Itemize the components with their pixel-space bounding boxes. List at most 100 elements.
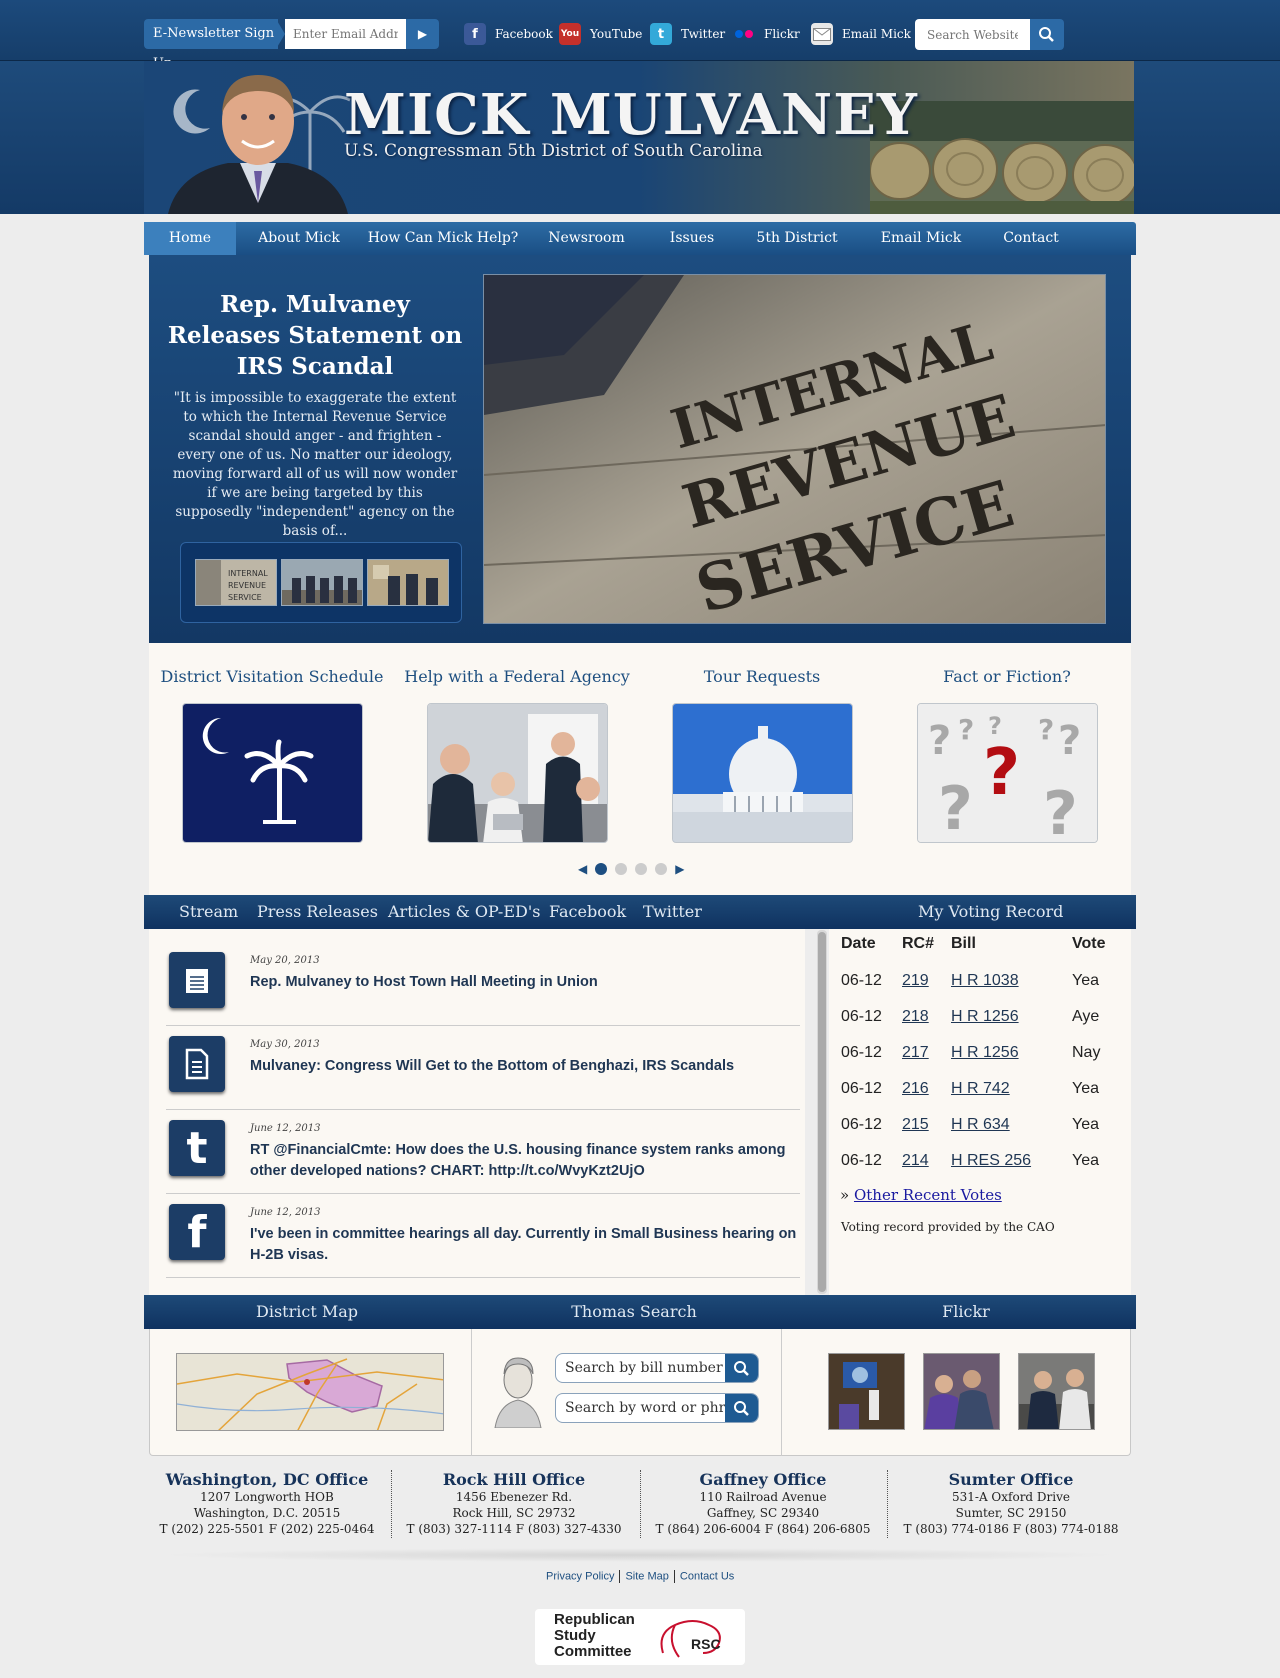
item-date: June 12, 2013 [250,1207,321,1218]
nav-newsroom[interactable]: Newsroom [524,222,649,255]
vote-bill-link[interactable]: H R 1256 [951,1044,1019,1062]
bill-number-search-button[interactable] [725,1354,758,1382]
nav-about-mick[interactable]: About Mick [236,222,362,255]
agency-help-image[interactable] [427,703,608,843]
list-item[interactable]: f June 12, 2013 I've been in committee h… [166,1194,800,1278]
carousel-dot-2[interactable] [615,863,628,875]
list-item[interactable]: May 30, 2013 Mulvaney: Congress Will Get… [166,1026,800,1110]
nav-email-mick[interactable]: Email Mick [859,222,983,255]
tab-press-releases[interactable]: Press Releases [257,895,378,929]
tab-articles-op-eds[interactable]: Articles & OP-ED's [388,895,540,929]
vote-bill-link[interactable]: H R 1256 [951,1008,1019,1026]
item-title[interactable]: Rep. Mulvaney to Host Town Hall Meeting … [250,972,800,993]
thumbnail-meeting-photo[interactable] [367,559,449,606]
carousel-next-arrow-icon[interactable]: ▶ [675,862,684,876]
newsletter-submit-button[interactable]: ▶ [406,19,439,49]
item-title[interactable]: RT @FinancialCmte: How does the U.S. hou… [250,1140,800,1182]
social-link-email[interactable]: Email Mick [811,20,911,48]
jefferson-portrait-icon [491,1352,545,1428]
service-title[interactable]: Help with a Federal Agency [397,667,637,686]
flickr-photo[interactable] [923,1353,1000,1430]
other-votes: » Other Recent Votes [840,1186,1002,1204]
social-label: Facebook [495,27,553,41]
widget-divider [781,1329,782,1456]
thumbnail-group-photo[interactable] [281,559,363,606]
nav-5th-district[interactable]: 5th District [735,222,859,255]
office-washington: Washington, DC Office 1207 Longworth HOB… [147,1470,387,1537]
flickr-photo[interactable] [1018,1353,1095,1430]
svg-text:?: ? [1058,718,1081,764]
stream-scrollbar-thumb[interactable] [818,932,826,1292]
vote-value: Yea [1072,1116,1099,1133]
social-link-youtube[interactable]: You YouTube [559,20,642,48]
social-link-flickr[interactable]: Flickr [733,20,800,48]
vote-rc-link[interactable]: 216 [902,1080,929,1098]
contact-us-link[interactable]: Contact Us [680,1570,734,1582]
nav-how-can-mick-help[interactable]: How Can Mick Help? [362,222,524,255]
carousel-dot-4[interactable] [655,863,668,875]
vote-rc-link[interactable]: 215 [902,1116,929,1134]
flickr-photo[interactable] [828,1353,905,1430]
office-phone: T (803) 774-0186 F (803) 774-0188 [903,1522,1119,1536]
office-divider [640,1470,641,1538]
list-item[interactable]: May 20, 2013 Rep. Mulvaney to Host Town … [166,942,800,1026]
nav-contact[interactable]: Contact [983,222,1079,255]
office-address-line: Washington, D.C. 20515 [193,1506,341,1520]
rsc-logo[interactable]: Republican Study Committee RSC [535,1609,745,1665]
carousel-prev-arrow-icon[interactable]: ◀ [578,862,587,876]
tab-facebook[interactable]: Facebook [549,895,626,929]
word-phrase-search[interactable]: Search by word or phrase [555,1393,759,1423]
office-address-line: 531-A Oxford Drive [951,1490,1071,1504]
site-search-input[interactable] [915,19,1030,50]
privacy-policy-link[interactable]: Privacy Policy [546,1570,614,1582]
other-recent-votes-link[interactable]: Other Recent Votes [854,1186,1002,1204]
vote-bill-link[interactable]: H R 742 [951,1080,1010,1098]
tab-twitter[interactable]: Twitter [643,895,702,929]
carousel-dot-1[interactable] [595,863,608,875]
featured-title[interactable]: Rep. Mulvaney Releases Statement on IRS … [162,289,468,382]
vote-rc-link[interactable]: 217 [902,1044,929,1062]
fact-or-fiction-image[interactable]: ??? ?? ?? ? [917,703,1098,843]
tab-voting-record[interactable]: My Voting Record [918,895,1063,929]
district-map-image[interactable] [176,1353,444,1431]
item-title[interactable]: I've been in committee hearings all day.… [250,1224,800,1266]
office-address-line: 1456 Ebenezer Rd. [455,1490,573,1504]
thumbnail-irs[interactable]: INTERNAL REVENUE SERVICE [195,559,277,606]
tab-stream[interactable]: Stream [179,895,238,929]
irs-building-photo[interactable]: INTERNAL REVENUE SERVICE [483,274,1106,624]
sc-flag-image[interactable] [182,703,363,843]
office-gaffney: Gaffney Office 110 Railroad Avenue Gaffn… [643,1470,883,1537]
list-item[interactable]: t June 12, 2013 RT @FinancialCmte: How d… [166,1110,800,1194]
word-phrase-search-button[interactable] [725,1394,758,1422]
newsletter-email-input[interactable] [285,19,406,49]
nav-issues[interactable]: Issues [649,222,735,255]
bill-number-search[interactable]: Search by bill number [555,1353,759,1383]
office-name: Sumter Office [948,1470,1074,1489]
vote-bill-link[interactable]: H RES 256 [951,1152,1031,1170]
nav-home[interactable]: Home [144,222,236,255]
vote-bill-link[interactable]: H R 1038 [951,972,1019,990]
vote-rc-link[interactable]: 219 [902,972,929,990]
service-title[interactable]: District Visitation Schedule [152,667,392,686]
carousel-dot-3[interactable] [635,863,648,875]
vote-date: 06-12 [841,1080,882,1097]
site-map-link[interactable]: Site Map [625,1570,668,1582]
vote-bill-link[interactable]: H R 634 [951,1116,1010,1134]
site-search-button[interactable] [1030,19,1064,50]
social-link-facebook[interactable]: f Facebook [464,20,553,48]
item-title[interactable]: Mulvaney: Congress Will Get to the Botto… [250,1056,800,1077]
newsletter-label: E-Newsletter Sign Up [144,19,278,71]
vote-rc-link[interactable]: 218 [902,1008,929,1026]
notepad-icon [169,952,225,1008]
service-title[interactable]: Fact or Fiction? [887,667,1127,686]
capitol-tour-image[interactable] [672,703,853,843]
district-map-heading: District Map [256,1302,358,1321]
main-nav: Home About Mick How Can Mick Help? Newsr… [144,222,1136,255]
service-title[interactable]: Tour Requests [642,667,882,686]
vote-value: Yea [1072,1152,1099,1169]
office-phone: T (202) 225-5501 F (202) 225-0464 [159,1522,375,1536]
rsc-badge: RSC [691,1636,721,1652]
rsc-text-line: Committee [554,1643,632,1660]
vote-rc-link[interactable]: 214 [902,1152,929,1170]
social-link-twitter[interactable]: t Twitter [650,20,725,48]
